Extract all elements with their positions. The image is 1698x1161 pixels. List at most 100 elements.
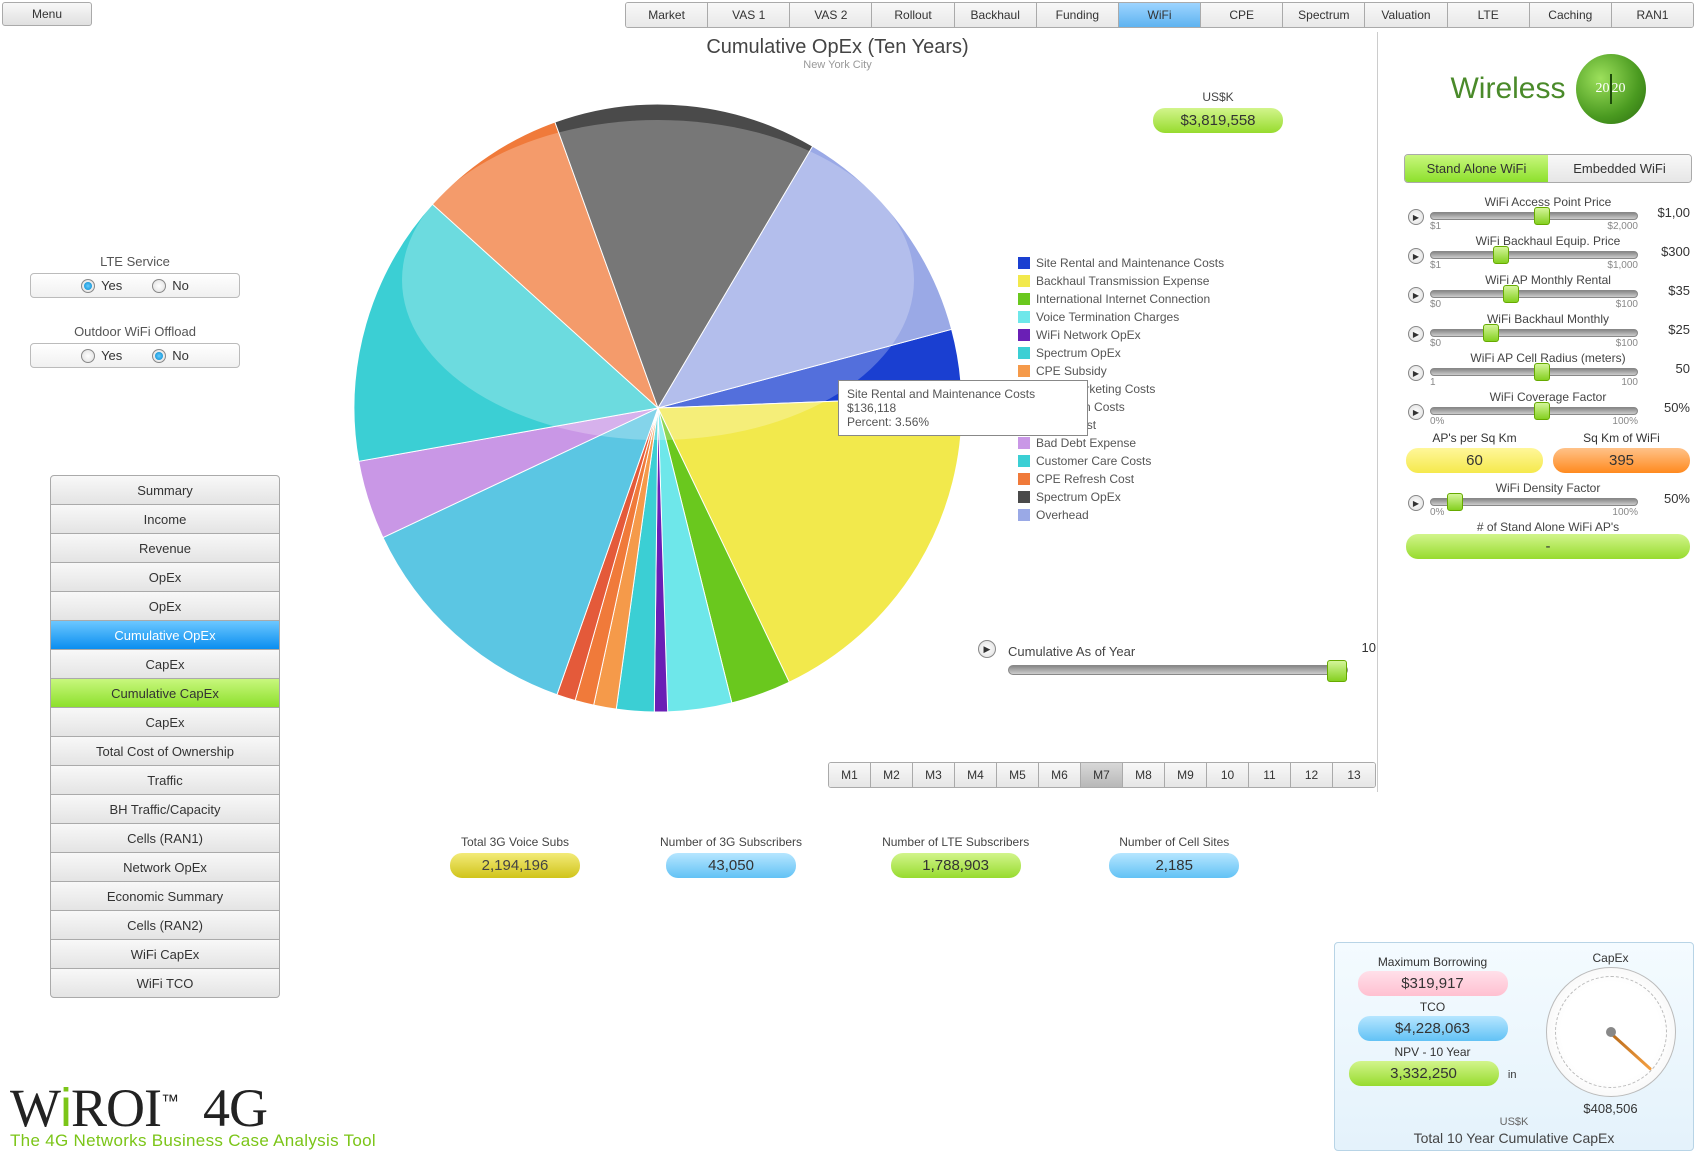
play-icon[interactable]: ▶	[1408, 326, 1424, 342]
stat-label: Number of Cell Sites	[1109, 835, 1239, 849]
nav-opex[interactable]: OpEx	[50, 591, 280, 621]
stat-number-of-lte-subscribers: Number of LTE Subscribers1,788,903	[882, 835, 1029, 878]
nav-capex[interactable]: CapEx	[50, 649, 280, 679]
legend-swatch-icon	[1018, 365, 1030, 377]
tab-funding[interactable]: Funding	[1037, 3, 1119, 27]
nav-cumulative-opex[interactable]: Cumulative OpEx	[50, 620, 280, 650]
ap-cell-value: 395	[1553, 448, 1690, 473]
nav-capex[interactable]: CapEx	[50, 707, 280, 737]
wifi-offload-group: Outdoor WiFi Offload Yes No	[30, 324, 240, 368]
wifi-tab-stand-alone-wifi[interactable]: Stand Alone WiFi	[1405, 155, 1548, 182]
legend-swatch-icon	[1018, 509, 1030, 521]
ap-cell-label: Sq Km of WiFi	[1553, 431, 1690, 445]
tab-spectrum[interactable]: Spectrum	[1283, 3, 1365, 27]
main-tab-bar: MarketVAS 1VAS 2RolloutBackhaulFundingWi…	[625, 2, 1694, 28]
slider-track[interactable]	[1430, 407, 1638, 415]
nav-income[interactable]: Income	[50, 504, 280, 534]
nav-wifi-capex[interactable]: WiFi CapEx	[50, 939, 280, 969]
menu-button[interactable]: Menu	[2, 2, 92, 26]
month-m4[interactable]: M4	[955, 763, 997, 787]
slider-label: WiFi Backhaul Monthly	[1406, 312, 1690, 326]
month-m3[interactable]: M3	[913, 763, 955, 787]
nav-summary[interactable]: Summary	[50, 475, 280, 505]
slider-thumb[interactable]	[1534, 207, 1550, 225]
slider-track[interactable]	[1430, 212, 1638, 220]
slider-value: 50%	[1664, 400, 1690, 415]
cum-slider-thumb[interactable]	[1327, 660, 1347, 682]
nav-traffic[interactable]: Traffic	[50, 765, 280, 795]
play-icon[interactable]: ▶	[1408, 365, 1424, 381]
slider-track[interactable]	[1430, 251, 1638, 259]
tab-vas-2[interactable]: VAS 2	[790, 3, 872, 27]
month-m9[interactable]: M9	[1165, 763, 1207, 787]
month-10[interactable]: 10	[1207, 763, 1249, 787]
month-m7[interactable]: M7	[1081, 763, 1123, 787]
summary-box: Maximum Borrowing $319,917 TCO $4,228,06…	[1334, 942, 1694, 1151]
slider-thumb[interactable]	[1483, 324, 1499, 342]
tab-vas-1[interactable]: VAS 1	[708, 3, 790, 27]
tab-wifi[interactable]: WiFi	[1119, 3, 1201, 27]
legend-swatch-icon	[1018, 311, 1030, 323]
slider-thumb[interactable]	[1493, 246, 1509, 264]
play-icon[interactable]: ▶	[1408, 248, 1424, 264]
slider-track[interactable]	[1430, 368, 1638, 376]
play-icon[interactable]: ▶	[1408, 209, 1424, 225]
tab-cpe[interactable]: CPE	[1201, 3, 1283, 27]
nav-network-opex[interactable]: Network OpEx	[50, 852, 280, 882]
lte-yes-radio[interactable]: Yes	[81, 278, 122, 293]
density-slider: WiFi Density Factor ▶ 50% 0% 100%	[1406, 481, 1690, 506]
usk-label: US$K	[1108, 90, 1328, 104]
density-thumb[interactable]	[1447, 493, 1463, 511]
usk-unit: US$K	[1345, 1116, 1683, 1128]
density-track[interactable]	[1430, 498, 1638, 506]
tab-valuation[interactable]: Valuation	[1365, 3, 1447, 27]
total-opex-badge: US$K $3,819,558	[1108, 90, 1328, 133]
play-icon[interactable]: ▶	[1408, 495, 1424, 511]
slider-thumb[interactable]	[1503, 285, 1519, 303]
nav-revenue[interactable]: Revenue	[50, 533, 280, 563]
play-icon[interactable]: ▶	[1408, 287, 1424, 303]
month-m6[interactable]: M6	[1039, 763, 1081, 787]
slider-thumb[interactable]	[1534, 363, 1550, 381]
nav-wifi-tco[interactable]: WiFi TCO	[50, 968, 280, 998]
offload-no-radio[interactable]: No	[152, 348, 189, 363]
tab-rollout[interactable]: Rollout	[872, 3, 954, 27]
month-m5[interactable]: M5	[997, 763, 1039, 787]
cum-slider-value: 10	[1362, 640, 1376, 655]
lte-no-radio[interactable]: No	[152, 278, 189, 293]
month-buttons: M1M2M3M4M5M6M7M8M910111213	[828, 762, 1376, 788]
nav-cells-ran1-[interactable]: Cells (RAN1)	[50, 823, 280, 853]
legend-item: WiFi Network OpEx	[1018, 326, 1224, 344]
tab-lte[interactable]: LTE	[1448, 3, 1530, 27]
offload-yes-radio[interactable]: Yes	[81, 348, 122, 363]
month-12[interactable]: 12	[1291, 763, 1333, 787]
nav-total-cost-of-ownership[interactable]: Total Cost of Ownership	[50, 736, 280, 766]
cum-slider-track[interactable]	[1008, 665, 1348, 675]
nav-cells-ran2-[interactable]: Cells (RAN2)	[50, 910, 280, 940]
legend-label: Voice Termination Charges	[1036, 308, 1179, 326]
month-13[interactable]: 13	[1333, 763, 1375, 787]
slider-track[interactable]	[1430, 329, 1638, 337]
month-m1[interactable]: M1	[829, 763, 871, 787]
legend-item: Backhaul Transmission Expense	[1018, 272, 1224, 290]
nav-opex[interactable]: OpEx	[50, 562, 280, 592]
usk-value: $3,819,558	[1153, 108, 1283, 133]
slider-thumb[interactable]	[1534, 402, 1550, 420]
play-icon[interactable]: ▶	[1408, 404, 1424, 420]
slider-track[interactable]	[1430, 290, 1638, 298]
w2020-circle-icon	[1576, 54, 1646, 124]
tab-market[interactable]: Market	[626, 3, 708, 27]
legend-swatch-icon	[1018, 275, 1030, 287]
nav-cumulative-capex[interactable]: Cumulative CapEx	[50, 678, 280, 708]
month-m2[interactable]: M2	[871, 763, 913, 787]
tab-backhaul[interactable]: Backhaul	[955, 3, 1037, 27]
tab-caching[interactable]: Caching	[1530, 3, 1612, 27]
nav-economic-summary[interactable]: Economic Summary	[50, 881, 280, 911]
play-icon[interactable]: ▶	[978, 640, 996, 658]
month-m8[interactable]: M8	[1123, 763, 1165, 787]
nav-bh-traffic-capacity[interactable]: BH Traffic/Capacity	[50, 794, 280, 824]
month-11[interactable]: 11	[1249, 763, 1291, 787]
tab-ran1[interactable]: RAN1	[1612, 3, 1693, 27]
wifi-tab-embedded-wifi[interactable]: Embedded WiFi	[1548, 155, 1691, 182]
legend-item: International Internet Connection	[1018, 290, 1224, 308]
